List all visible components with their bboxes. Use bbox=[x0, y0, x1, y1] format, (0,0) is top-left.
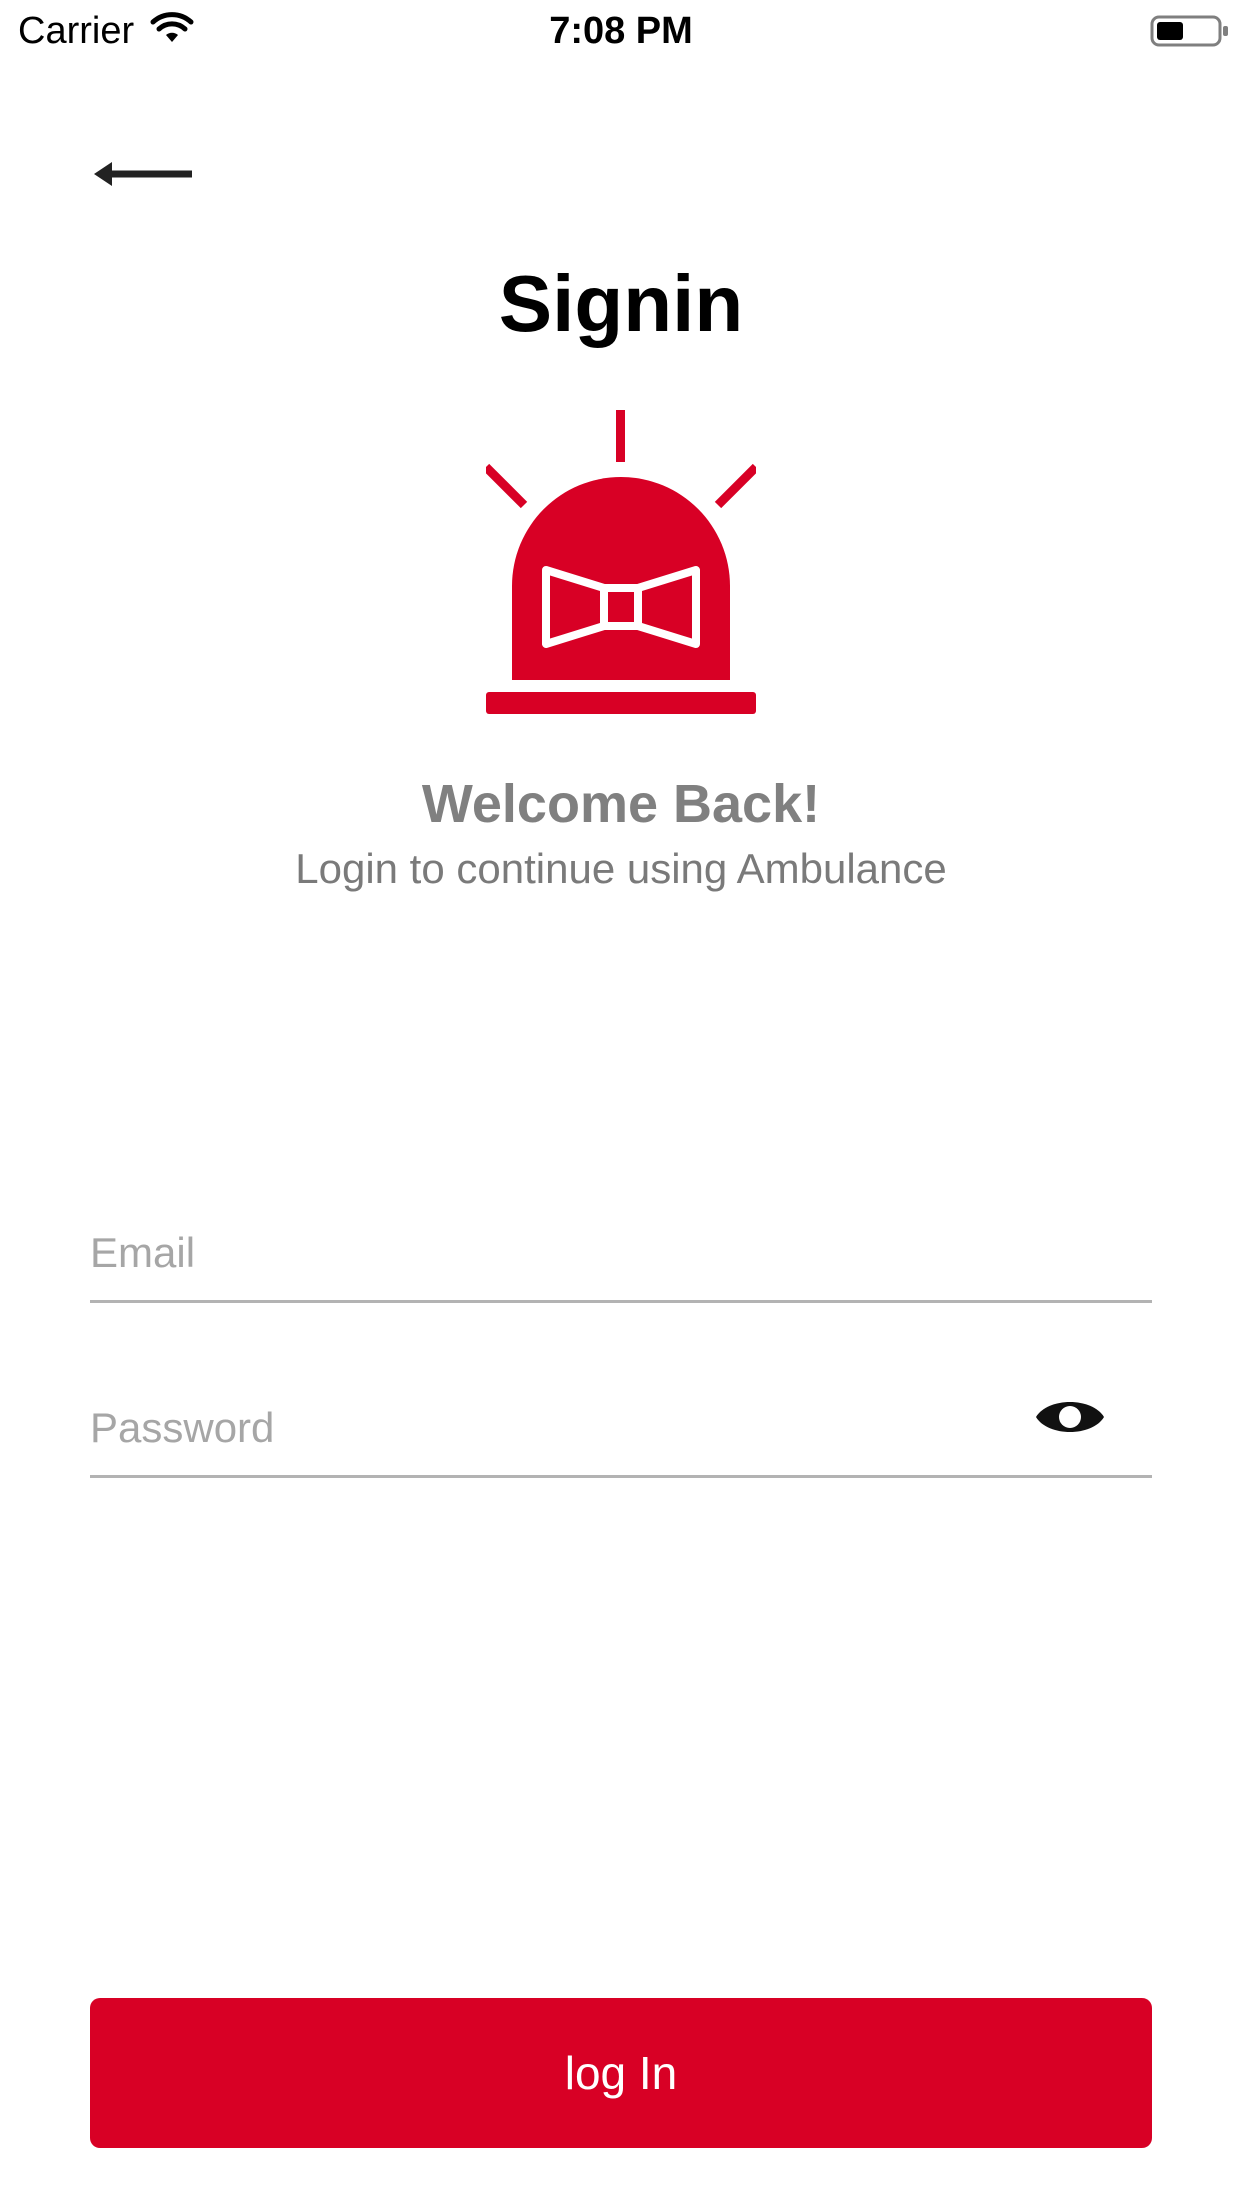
email-field[interactable] bbox=[90, 1210, 1050, 1296]
welcome-subtitle: Login to continue using Ambulance bbox=[295, 845, 947, 892]
battery-icon bbox=[1150, 14, 1230, 48]
password-field[interactable] bbox=[90, 1385, 1050, 1471]
login-button[interactable]: log In bbox=[90, 1998, 1152, 2148]
password-field-container bbox=[90, 1385, 1152, 1478]
arrow-left-icon bbox=[94, 162, 192, 186]
page-title: Signin bbox=[498, 259, 744, 348]
status-bar: Carrier 7:08 PM bbox=[0, 0, 1242, 62]
signin-screen: Carrier 7:08 PM Signin Welcome Back! Log… bbox=[0, 0, 1242, 2208]
welcome-heading: Welcome Back! bbox=[421, 774, 821, 834]
email-field-container bbox=[90, 1210, 1152, 1303]
back-button[interactable] bbox=[86, 140, 206, 208]
siren-icon bbox=[482, 410, 760, 716]
status-time: 7:08 PM bbox=[549, 10, 693, 52]
eye-icon[interactable] bbox=[1034, 1389, 1106, 1445]
